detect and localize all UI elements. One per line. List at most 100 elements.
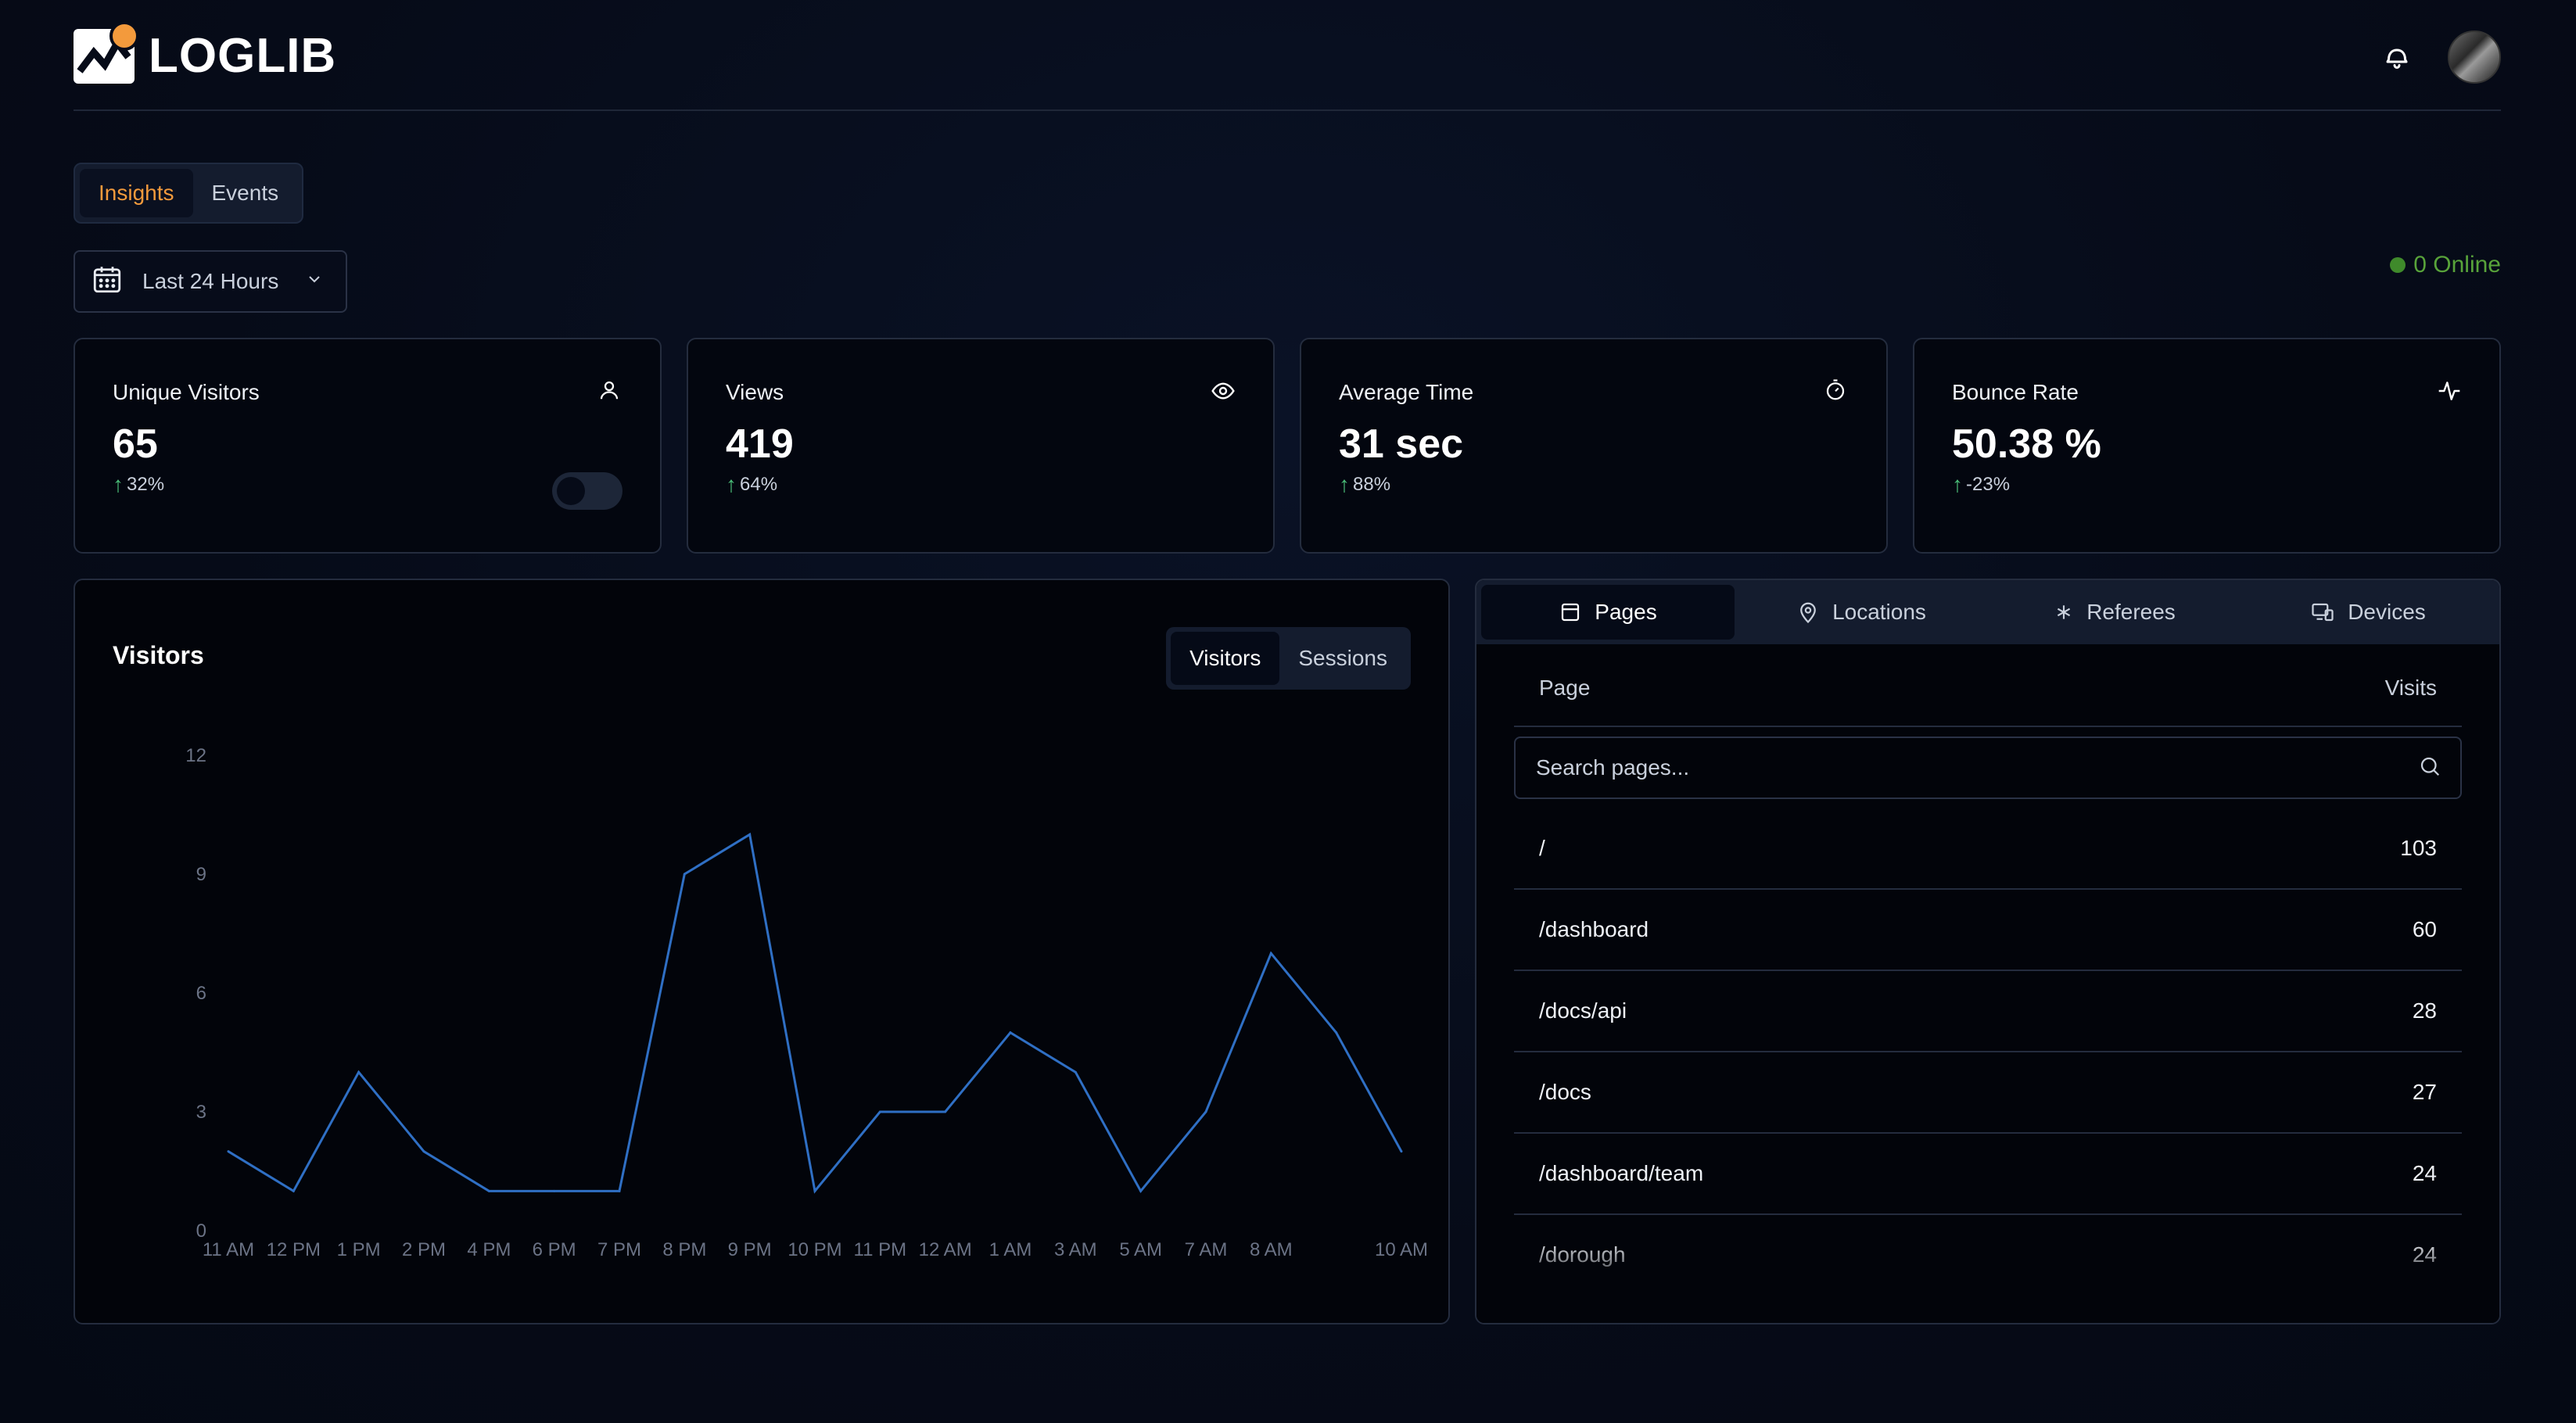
- data-point: [1269, 952, 1272, 955]
- stat-title: Unique Visitors: [113, 380, 260, 404]
- table-row[interactable]: /docs/api 28: [1514, 971, 2462, 1052]
- stat-change-value: 32%: [127, 474, 165, 495]
- table-header: Page Visits: [1514, 676, 2462, 727]
- row-page: /docs/api: [1539, 998, 1627, 1023]
- y-tick-label: 6: [196, 983, 206, 1004]
- tab-devices[interactable]: Devices: [2241, 585, 2495, 640]
- row-page: /dashboard/team: [1539, 1161, 1704, 1185]
- tab-insights[interactable]: Insights: [80, 169, 193, 217]
- stat-title: Views: [726, 380, 784, 404]
- row-page: /: [1539, 836, 1545, 860]
- online-label: 0 Online: [2413, 252, 2501, 278]
- stat-value: 50.38 %: [1952, 421, 2101, 467]
- visitors-line-chart: 0 3 6 9 12 11 AM 12 PM 1 PM 2 PM 4 PM 6 PM 7 PM 8 PM…: [185, 745, 1428, 1260]
- arrow-up-icon: ↑: [1339, 472, 1350, 496]
- eye-icon: [1211, 378, 1237, 405]
- x-tick-label: 9 PM: [728, 1239, 772, 1260]
- header-actions: [2370, 30, 2501, 84]
- row-page: /docs: [1539, 1080, 1591, 1104]
- search-pages-input[interactable]: [1534, 755, 2418, 781]
- tab-events[interactable]: Events: [193, 169, 298, 217]
- date-range-label: Last 24 Hours: [142, 269, 279, 293]
- calendar-icon: [91, 263, 124, 301]
- column-visits: Visits: [2384, 676, 2437, 700]
- x-tick-label: 1 AM: [989, 1239, 1032, 1260]
- data-point: [878, 1110, 881, 1113]
- logo-dot: [109, 20, 139, 51]
- arrow-up-icon: ↑: [113, 472, 124, 496]
- tab-label: Locations: [1832, 600, 1926, 624]
- stat-value: 419: [726, 421, 794, 467]
- row-visits: 27: [2412, 1080, 2437, 1104]
- activity-icon: [2437, 378, 2463, 405]
- search-icon[interactable]: [2418, 755, 2441, 782]
- tab-label: Pages: [1595, 600, 1657, 624]
- data-point: [357, 1070, 361, 1074]
- x-tick-label: 11 AM: [203, 1239, 254, 1260]
- list-fade: [1476, 1237, 2499, 1323]
- stat-card-views: Views 419 ↑ 64%: [687, 338, 1275, 554]
- x-tick-label: 1 PM: [337, 1239, 381, 1260]
- pages-panel: Pages Locations Referees Devices Page Vi…: [1475, 579, 2501, 1324]
- online-indicator: 0 Online: [2390, 252, 2501, 278]
- search-pages-box: [1514, 737, 2462, 799]
- data-point: [422, 1150, 425, 1153]
- table-row[interactable]: /dashboard 60: [1514, 890, 2462, 971]
- data-point: [618, 1189, 621, 1192]
- tab-pages[interactable]: Pages: [1481, 585, 1735, 640]
- row-visits: 60: [2412, 917, 2437, 941]
- x-tick-label: 2 PM: [402, 1239, 446, 1260]
- logo-mark-icon: [74, 20, 139, 84]
- data-point: [813, 1189, 816, 1192]
- table-row[interactable]: /dashboard/team 24: [1514, 1134, 2462, 1215]
- x-tick-label: 10 AM: [1375, 1239, 1428, 1260]
- x-tick-label: 8 AM: [1250, 1239, 1293, 1260]
- tab-label: Devices: [2348, 600, 2426, 624]
- stat-change: ↑ 64%: [726, 472, 777, 497]
- online-dot: [2390, 257, 2406, 273]
- data-point: [944, 1110, 947, 1113]
- chevron-down-icon: [305, 269, 324, 294]
- view-tabs: Insights Events: [74, 163, 304, 224]
- data-point: [487, 1189, 490, 1192]
- stat-title: Bounce Rate: [1952, 380, 2079, 404]
- tab-referees[interactable]: Referees: [1988, 585, 2241, 640]
- stat-value: 31 sec: [1339, 421, 1464, 467]
- map-pin-icon: [1796, 600, 1820, 624]
- row-visits: 103: [2400, 836, 2437, 860]
- table-row[interactable]: / 103: [1514, 808, 2462, 890]
- arrow-up-icon: ↑: [726, 472, 737, 496]
- asterisk-icon: [2054, 602, 2074, 622]
- x-tick-label: 11 PM: [854, 1239, 907, 1260]
- data-point: [1009, 1031, 1012, 1034]
- user-icon: [597, 378, 624, 405]
- data-point: [292, 1189, 295, 1192]
- x-tick-label: 12 AM: [919, 1239, 972, 1260]
- y-tick-label: 3: [196, 1102, 206, 1123]
- stat-change-value: 88%: [1353, 474, 1391, 495]
- date-range-select[interactable]: Last 24 Hours: [74, 250, 347, 313]
- tab-locations[interactable]: Locations: [1735, 585, 1988, 640]
- avatar[interactable]: [2448, 30, 2501, 84]
- compare-toggle[interactable]: [552, 472, 622, 510]
- data-point: [1204, 1110, 1207, 1113]
- stat-card-unique-visitors: Unique Visitors 65 ↑ 32%: [74, 338, 662, 554]
- devices-icon: [2310, 600, 2335, 624]
- tab-label: Referees: [2086, 600, 2176, 624]
- x-tick-label: 7 PM: [597, 1239, 641, 1260]
- data-point: [1335, 1031, 1338, 1034]
- x-tick-label: 6 PM: [533, 1239, 576, 1260]
- stat-card-bounce-rate: Bounce Rate 50.38 % ↑ -23%: [1913, 338, 2501, 554]
- stat-change-value: 64%: [740, 474, 778, 495]
- app-page: LOGLIB Insights Events Last 24 Hours 0 O…: [0, 0, 2576, 1423]
- stat-change: ↑ 32%: [113, 472, 164, 497]
- data-point: [748, 833, 752, 836]
- data-point: [683, 873, 686, 876]
- bell-icon[interactable]: [2370, 30, 2424, 84]
- logo[interactable]: LOGLIB: [74, 20, 336, 84]
- table-row[interactable]: /docs 27: [1514, 1052, 2462, 1134]
- panel-tabs: Pages Locations Referees Devices: [1476, 580, 2499, 644]
- column-page: Page: [1539, 676, 1591, 700]
- data-point: [553, 1189, 556, 1192]
- data-point: [1400, 1150, 1403, 1153]
